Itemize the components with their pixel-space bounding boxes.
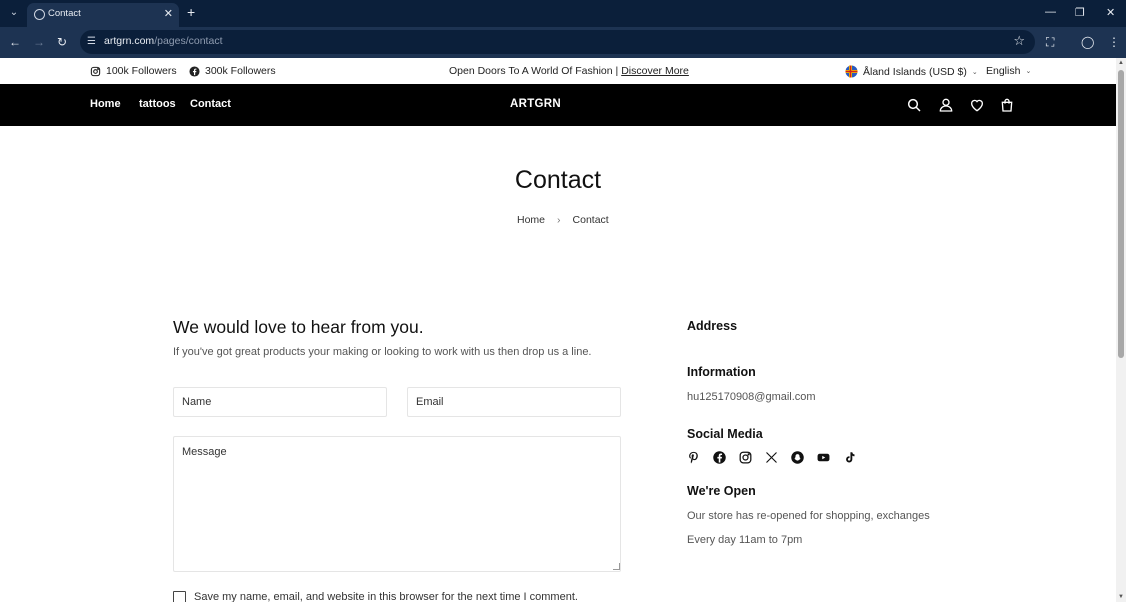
extensions-icon[interactable]: ⛶ — [1046, 35, 1054, 50]
announcement-bar: 100k Followers 300k Followers Open Doors… — [0, 58, 1116, 84]
facebook-followers-link[interactable]: 300k Followers — [189, 65, 276, 77]
promo-text: Open Doors To A World Of Fashion | — [449, 65, 619, 77]
open-hours-line2: Every day 11am to 7pm — [687, 534, 803, 546]
wishlist-heart-icon[interactable] — [969, 97, 985, 113]
instagram-followers-link[interactable]: 100k Followers — [90, 65, 177, 77]
pinterest-icon[interactable] — [686, 450, 701, 465]
social-media-heading: Social Media — [687, 427, 763, 441]
language-selector[interactable]: English ⌄ — [986, 65, 1031, 77]
form-subheading: If you've got great products your making… — [173, 346, 592, 358]
promo-message: Open Doors To A World Of Fashion | Disco… — [449, 65, 689, 77]
url-domain: artgrn.com — [104, 35, 155, 47]
social-icons-row — [686, 450, 857, 465]
instagram-icon — [90, 66, 101, 76]
browser-menu-icon[interactable]: ⋮ — [1108, 35, 1120, 49]
restore-icon[interactable]: ❐ — [1075, 6, 1085, 19]
open-hours-line1: Our store has re-opened for shopping, ex… — [687, 510, 930, 522]
url-field[interactable]: ☰ artgrn.com/pages/contact ☆ — [80, 30, 1035, 54]
close-tab-icon[interactable]: ✕ — [164, 7, 173, 20]
browser-tab-bar: ⌄ Contact ✕ + — ❐ ✕ — [0, 0, 1126, 27]
site-logo[interactable]: ARTGRN — [510, 98, 561, 110]
nav-contact[interactable]: Contact — [190, 98, 231, 110]
window-close-icon[interactable]: ✕ — [1106, 6, 1115, 19]
scrollbar-thumb[interactable] — [1118, 70, 1124, 358]
open-hours-heading: We're Open — [687, 484, 756, 498]
facebook-icon — [189, 65, 200, 77]
language-text: English — [986, 65, 1021, 77]
new-tab-icon[interactable]: + — [187, 5, 195, 19]
nav-home[interactable]: Home — [90, 98, 121, 110]
tiktok-icon[interactable] — [842, 450, 857, 465]
scroll-up-arrow-icon[interactable]: ▲ — [1116, 58, 1126, 68]
discover-more-link[interactable]: Discover More — [621, 65, 689, 77]
email-input[interactable] — [407, 387, 621, 417]
address-bar: ← → ↻ ☰ artgrn.com/pages/contact ☆ ⛶ ◯ ⋮ — [0, 27, 1126, 58]
profile-icon[interactable]: ◯ — [1081, 35, 1094, 49]
contact-email-link[interactable]: hu125170908@gmail.com — [687, 391, 816, 403]
reload-icon[interactable]: ↻ — [57, 35, 67, 49]
facebook-followers-text: 300k Followers — [205, 65, 276, 77]
aland-flag-icon — [845, 65, 858, 78]
chevron-down-icon: ⌄ — [971, 68, 978, 76]
browser-tab[interactable]: Contact ✕ — [27, 3, 179, 27]
breadcrumb-home-link[interactable]: Home — [517, 214, 545, 226]
message-textarea[interactable] — [173, 436, 621, 572]
save-info-checkbox[interactable] — [173, 591, 186, 602]
information-heading: Information — [687, 365, 756, 379]
breadcrumb-current: Contact — [572, 214, 609, 226]
snapchat-icon[interactable] — [790, 450, 805, 465]
currency-text: Åland Islands (USD $) — [863, 65, 967, 78]
tab-search-icon[interactable]: ⌄ — [6, 5, 22, 21]
facebook-icon[interactable] — [712, 450, 727, 465]
form-heading: We would love to hear from you. — [173, 317, 424, 337]
forward-icon[interactable]: → — [33, 35, 45, 49]
x-icon[interactable] — [764, 450, 779, 465]
breadcrumb: Home › Contact — [517, 214, 609, 226]
chevron-right-icon: › — [557, 214, 561, 226]
tab-title: Contact — [48, 8, 81, 19]
nav-tattoos[interactable]: tattoos — [139, 98, 176, 110]
save-info-label: Save my name, email, and website in this… — [194, 591, 578, 602]
bookmark-star-icon[interactable]: ☆ — [1013, 33, 1025, 49]
cart-bag-icon[interactable] — [999, 97, 1015, 113]
textarea-resize-handle[interactable] — [613, 563, 620, 570]
instagram-followers-text: 100k Followers — [106, 65, 177, 77]
instagram-icon[interactable] — [738, 450, 753, 465]
search-icon[interactable] — [906, 97, 922, 113]
page-title: Contact — [514, 166, 602, 194]
main-header: Home tattoos Contact ARTGRN — [0, 84, 1116, 126]
globe-icon — [34, 9, 45, 20]
address-heading: Address — [687, 319, 738, 333]
chevron-down-icon: ⌄ — [1025, 68, 1032, 75]
currency-selector[interactable]: Åland Islands (USD $) ⌄ — [845, 65, 978, 78]
scroll-down-arrow-icon[interactable]: ▼ — [1116, 592, 1126, 602]
back-icon[interactable]: ← — [9, 35, 21, 49]
youtube-icon[interactable] — [816, 450, 831, 465]
site-info-icon[interactable]: ☰ — [87, 36, 99, 48]
minimize-icon[interactable]: — — [1045, 6, 1056, 18]
account-icon[interactable] — [938, 97, 954, 113]
name-input[interactable] — [173, 387, 387, 417]
url-path: /pages/contact — [154, 35, 223, 47]
